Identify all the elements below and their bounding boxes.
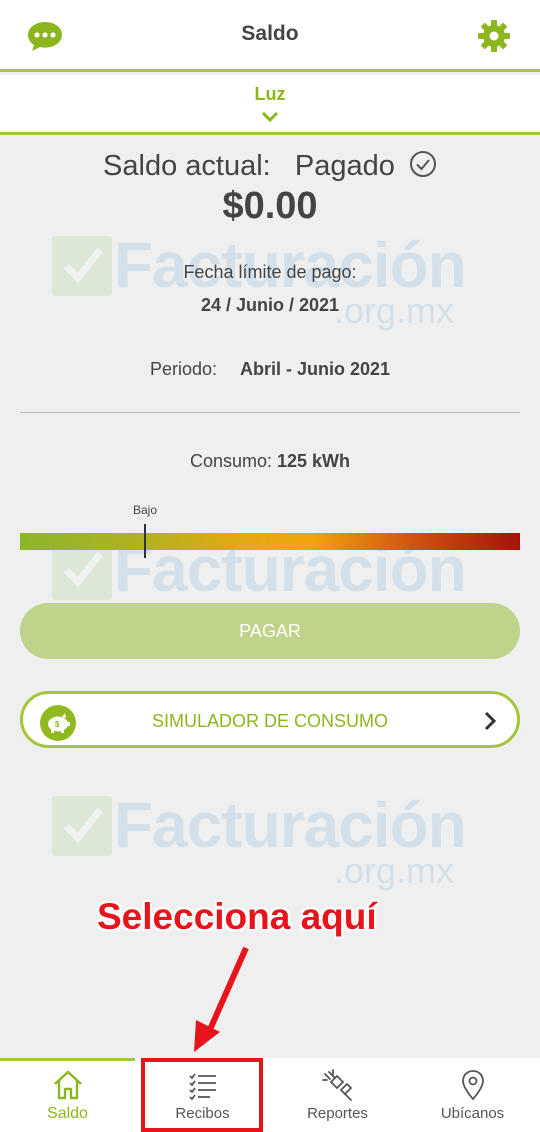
chevron-down-icon: [261, 111, 279, 123]
simulator-label: SIMULADOR DE CONSUMO: [151, 711, 389, 731]
pay-button[interactable]: PAGAR: [20, 603, 520, 659]
watermark: Facturación .org.mx: [52, 229, 492, 336]
consumption-row: Consumo: 125 kWh: [0, 451, 540, 472]
consumption-level-bar: [20, 533, 520, 550]
simulator-button[interactable]: $ SIMULADOR DE CONSUMO: [20, 691, 520, 748]
service-selector[interactable]: Luz: [0, 75, 540, 135]
nav-label: Saldo: [47, 1105, 88, 1122]
nav-item-ubicanos[interactable]: Ubícanos: [405, 1058, 540, 1132]
chevron-right-icon: [484, 711, 497, 731]
period-value: Abril - Junio 2021: [240, 359, 391, 379]
balance-label: Saldo actual:: [103, 150, 271, 182]
checkmark-icon: [63, 807, 103, 844]
period-label: Periodo:: [149, 359, 217, 379]
balance-status-line: Saldo actual: Pagado: [0, 150, 540, 183]
payment-status: Pagado: [294, 150, 395, 182]
consumption-level-label: Bajo: [133, 503, 158, 517]
location-pin-icon: [461, 1070, 484, 1101]
due-date-label: Fecha límite de pago:: [183, 262, 357, 282]
nav-label: Reportes: [307, 1105, 368, 1122]
annotation-highlight-box: [141, 1058, 263, 1132]
bottom-navigation: Saldo Recibos Reportes Ubícanos: [0, 1058, 540, 1132]
nav-item-saldo[interactable]: Saldo: [0, 1058, 135, 1132]
home-icon: [53, 1070, 82, 1100]
unplugged-icon: [321, 1069, 352, 1101]
due-date-value: 24 / Junio / 2021: [200, 295, 340, 315]
consumption-level-marker: [144, 524, 146, 558]
annotation-callout: Selecciona aquí: [97, 896, 377, 937]
red-arrow-icon: [194, 946, 249, 1052]
gear-icon[interactable]: [476, 18, 512, 54]
nav-label: Ubícanos: [440, 1105, 505, 1122]
page-title: Saldo: [241, 22, 299, 45]
balance-amount: $0.00: [222, 185, 318, 227]
divider: [20, 412, 520, 413]
check-circle-icon: [409, 151, 436, 177]
service-label: Luz: [254, 84, 286, 104]
period-row: Periodo: Abril - Junio 2021: [0, 359, 540, 380]
nav-item-reportes[interactable]: Reportes: [270, 1058, 405, 1132]
consumption-value: 125 kWh: [277, 451, 351, 471]
watermark: Facturación .org.mx: [52, 789, 492, 896]
app-header: Saldo: [0, 0, 540, 72]
consumption-label: Consumo:: [189, 451, 272, 471]
